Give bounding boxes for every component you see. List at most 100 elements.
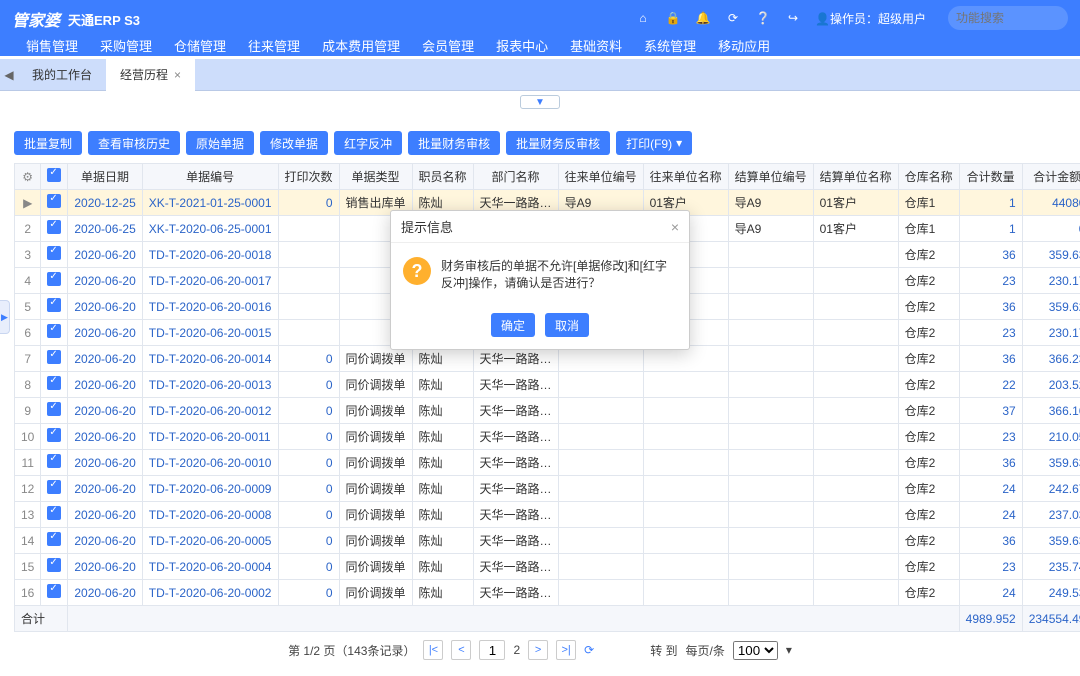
pager-first-icon[interactable]: |<	[423, 640, 443, 660]
col-date[interactable]: 单据日期	[68, 164, 142, 190]
row-checkbox[interactable]	[47, 584, 61, 598]
col-code[interactable]: 单据编号	[142, 164, 278, 190]
operator-label[interactable]: 👤操作员：超级用户	[815, 10, 926, 27]
tab[interactable]: 经营历程×	[106, 59, 195, 91]
menu-item[interactable]: 仓储管理	[174, 32, 226, 59]
menu-item[interactable]: 报表中心	[496, 32, 548, 59]
row-checkbox[interactable]	[47, 298, 61, 312]
dialog-cancel-button[interactable]: 取消	[545, 313, 589, 337]
side-expand-icon[interactable]: ▶	[0, 300, 10, 334]
table-row[interactable]: 13 2020-06-20TD-T-2020-06-20-0008 0同价调拨单…	[15, 502, 1080, 528]
menu-item[interactable]: 移动应用	[718, 32, 770, 59]
table-row[interactable]: 10 2020-06-20TD-T-2020-06-20-0011 0同价调拨单…	[15, 424, 1080, 450]
menu-item[interactable]: 会员管理	[422, 32, 474, 59]
orig-doc-button[interactable]: 原始单据	[186, 131, 254, 155]
fin-audit-button[interactable]: 批量财务审核	[408, 131, 500, 155]
row-checkbox[interactable]	[47, 246, 61, 260]
pager-page-input[interactable]	[479, 640, 505, 660]
lock-icon[interactable]: 🔒	[665, 10, 681, 26]
col-qty[interactable]: 合计数量	[959, 164, 1022, 190]
table-row[interactable]: 14 2020-06-20TD-T-2020-06-20-0005 0同价调拨单…	[15, 528, 1080, 554]
logout-icon[interactable]: ↪	[785, 10, 801, 26]
red-reverse-button[interactable]: 红字反冲	[334, 131, 402, 155]
menu-item[interactable]: 采购管理	[100, 32, 152, 59]
question-icon: ?	[403, 257, 431, 285]
pager-goto-label: 转 到	[650, 642, 677, 659]
bell-icon[interactable]: 🔔	[695, 10, 711, 26]
menu-item[interactable]: 系统管理	[644, 32, 696, 59]
menu-item[interactable]: 基础资料	[570, 32, 622, 59]
search-box[interactable]: 🔍	[948, 6, 1068, 30]
col-amt[interactable]: 合计金额	[1022, 164, 1080, 190]
audit-history-button[interactable]: 查看审核历史	[88, 131, 180, 155]
batch-copy-button[interactable]: 批量复制	[14, 131, 82, 155]
help-icon[interactable]: ❔	[755, 10, 771, 26]
close-icon[interactable]: ×	[671, 219, 679, 235]
menu-item[interactable]: 销售管理	[26, 32, 78, 59]
col-wname[interactable]: 往来单位名称	[643, 164, 728, 190]
pager-last-icon[interactable]: >|	[556, 640, 576, 660]
row-checkbox[interactable]	[47, 558, 61, 572]
table-row[interactable]: 11 2020-06-20TD-T-2020-06-20-0010 0同价调拨单…	[15, 450, 1080, 476]
row-checkbox[interactable]	[47, 376, 61, 390]
fin-unaudit-button[interactable]: 批量财务反审核	[506, 131, 610, 155]
dialog-message: 财务审核后的单据不允许[单据修改]和[红字反冲]操作，请确认是否进行？	[441, 257, 677, 291]
pager: 第 1/2 页（143条记录） |< < 2 > >| ⟳ 转 到 每页/条 1…	[14, 632, 1066, 668]
chevron-down-icon: ▾	[786, 643, 792, 657]
col-sid[interactable]: 结算单位编号	[728, 164, 813, 190]
table-row[interactable]: 8 2020-06-20TD-T-2020-06-20-0013 0同价调拨单陈…	[15, 372, 1080, 398]
pager-next-icon[interactable]: >	[528, 640, 548, 660]
pager-total: 2	[513, 643, 520, 657]
table-row[interactable]: 9 2020-06-20TD-T-2020-06-20-0012 0同价调拨单陈…	[15, 398, 1080, 424]
row-checkbox[interactable]	[47, 324, 61, 338]
refresh-icon[interactable]: ⟳	[725, 10, 741, 26]
pager-per-label: 每页/条	[686, 642, 725, 659]
table-row[interactable]: 15 2020-06-20TD-T-2020-06-20-0004 0同价调拨单…	[15, 554, 1080, 580]
tabbar: ◀ 我的工作台经营历程×	[0, 59, 1080, 91]
pager-prev-icon[interactable]: <	[451, 640, 471, 660]
confirm-dialog: 提示信息 × ? 财务审核后的单据不允许[单据修改]和[红字反冲]操作，请确认是…	[390, 210, 690, 350]
row-checkbox[interactable]	[47, 480, 61, 494]
col-wid[interactable]: 往来单位编号	[558, 164, 643, 190]
table-footer: 合计 4989.952 234554.49	[15, 606, 1080, 632]
brand-logo: 管家婆	[12, 7, 60, 31]
row-checkbox[interactable]	[47, 402, 61, 416]
print-button[interactable]: 打印(F9) ▾	[616, 131, 692, 155]
pager-info: 第 1/2 页（143条记录）	[288, 642, 415, 659]
row-checkbox[interactable]	[47, 350, 61, 364]
col-wh[interactable]: 仓库名称	[898, 164, 959, 190]
row-checkbox[interactable]	[47, 272, 61, 286]
table-row[interactable]: 12 2020-06-20TD-T-2020-06-20-0009 0同价调拨单…	[15, 476, 1080, 502]
row-checkbox[interactable]	[47, 194, 61, 208]
dialog-ok-button[interactable]: 确定	[491, 313, 535, 337]
col-dept[interactable]: 部门名称	[473, 164, 558, 190]
pager-refresh-icon[interactable]: ⟳	[584, 643, 594, 657]
tab[interactable]: 我的工作台	[18, 59, 106, 91]
modify-button[interactable]: 修改单据	[260, 131, 328, 155]
gear-icon[interactable]: ⚙	[22, 170, 33, 184]
row-checkbox[interactable]	[47, 220, 61, 234]
row-checkbox[interactable]	[47, 532, 61, 546]
table-row[interactable]: 16 2020-06-20TD-T-2020-06-20-0002 0同价调拨单…	[15, 580, 1080, 606]
tab-close-icon[interactable]: ×	[174, 68, 181, 82]
col-emp[interactable]: 职员名称	[412, 164, 473, 190]
chevron-down-icon: ▾	[676, 136, 682, 150]
tab-prev-icon[interactable]: ◀	[0, 68, 18, 82]
dialog-title: 提示信息	[401, 217, 453, 236]
pager-size-select[interactable]: 100	[733, 641, 778, 660]
col-type[interactable]: 单据类型	[339, 164, 412, 190]
panel-collapse-icon[interactable]: ▼	[520, 95, 560, 109]
toolbar: 批量复制 查看审核历史 原始单据 修改单据 红字反冲 批量财务审核 批量财务反审…	[14, 131, 1066, 155]
home-icon[interactable]: ⌂	[635, 10, 651, 26]
brand-product: 天通ERP S3	[68, 10, 140, 29]
menu-item[interactable]: 成本费用管理	[322, 32, 400, 59]
menubar: 销售管理采购管理仓储管理往来管理成本费用管理会员管理报表中心基础资料系统管理移动…	[26, 32, 1080, 59]
col-print[interactable]: 打印次数	[278, 164, 339, 190]
check-all[interactable]	[47, 168, 61, 182]
row-checkbox[interactable]	[47, 428, 61, 442]
menu-item[interactable]: 往来管理	[248, 32, 300, 59]
row-checkbox[interactable]	[47, 506, 61, 520]
row-checkbox[interactable]	[47, 454, 61, 468]
search-input[interactable]	[956, 11, 1080, 25]
col-sname[interactable]: 结算单位名称	[813, 164, 898, 190]
